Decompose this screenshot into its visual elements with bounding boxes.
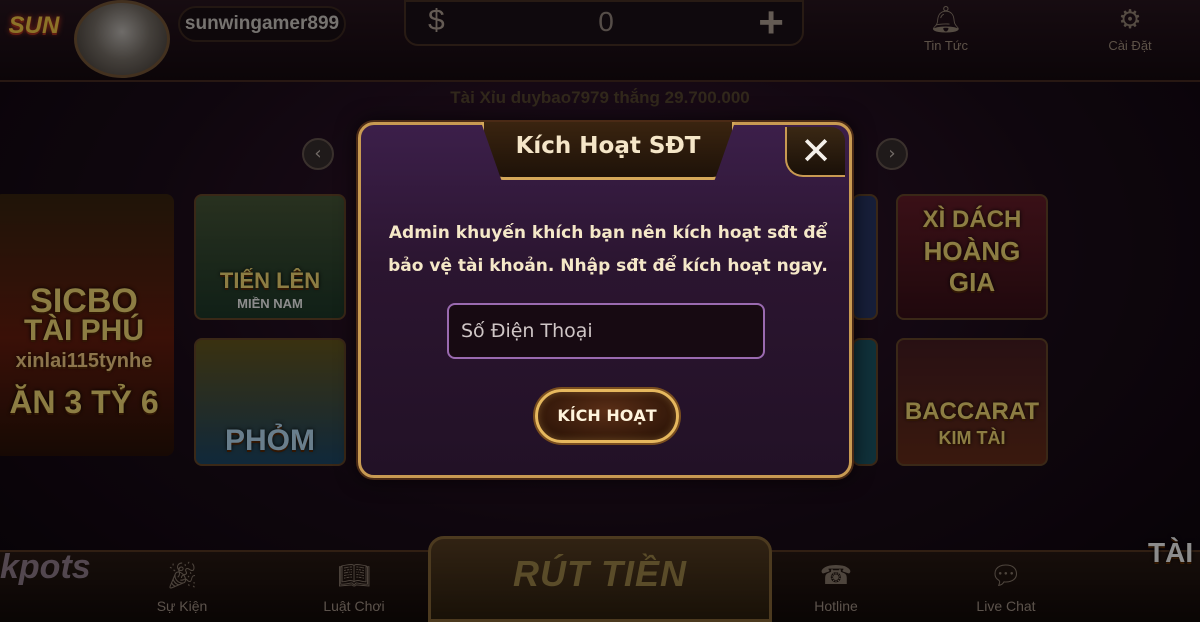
modal-message: Admin khuyến khích bạn nên kích hoạt sđt… xyxy=(385,217,831,283)
phone-number-input[interactable] xyxy=(447,303,765,359)
activate-button[interactable]: KÍCH HOẠT xyxy=(535,389,679,443)
modal-title: Kích Hoạt SĐT xyxy=(515,133,701,159)
modal-message-line1: Admin khuyến khích bạn nên kích hoạt sđt… xyxy=(388,223,828,243)
modal-message-line2: bảo vệ tài khoản. Nhập sđt để kích hoạt … xyxy=(388,256,828,276)
activate-phone-modal: Kích Hoạt SĐT ✕ Admin khuyến khích bạn n… xyxy=(358,122,852,478)
close-button[interactable]: ✕ xyxy=(785,127,845,177)
